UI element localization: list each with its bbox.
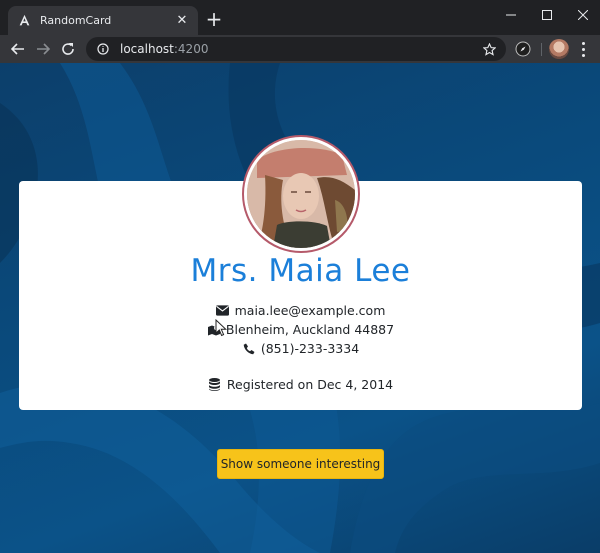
toolbar-divider (541, 43, 542, 56)
info-icon[interactable] (96, 42, 110, 56)
show-someone-interesting-button[interactable]: Show someone interesting (217, 449, 384, 479)
tab-close-icon[interactable]: ✕ (174, 13, 190, 29)
mouse-cursor-icon (215, 319, 227, 337)
address-text: Blenheim, Auckland 44887 (225, 322, 395, 337)
close-window-icon[interactable] (566, 0, 600, 30)
person-name: Mrs. Maia Lee (190, 253, 411, 289)
avatar-frame (242, 135, 360, 253)
address-bar[interactable]: localhost:4200 (86, 37, 506, 61)
email-text: maia.lee@example.com (234, 303, 386, 318)
back-arrow-icon[interactable] (8, 39, 28, 59)
reload-icon[interactable] (58, 39, 78, 59)
envelope-icon (216, 304, 230, 318)
url-text[interactable]: localhost:4200 (120, 42, 482, 56)
maximize-icon[interactable] (530, 0, 564, 30)
browser-tab[interactable]: RandomCard ✕ (8, 6, 198, 35)
browser-toolbar: localhost:4200 (0, 35, 600, 63)
tab-title: RandomCard (40, 14, 112, 27)
bookmark-star-icon[interactable] (482, 42, 496, 56)
phone-icon (242, 342, 256, 356)
registered-text: Registered on Dec 4, 2014 (226, 377, 394, 392)
new-tab-button[interactable]: + (203, 9, 225, 31)
avatar-portrait (247, 140, 355, 248)
tab-strip: RandomCard ✕ + (0, 0, 600, 35)
page-viewport: Mrs. Maia Lee maia.lee@example.com Blenh… (0, 63, 600, 553)
database-icon (208, 378, 222, 392)
email-line: maia.lee@example.com (19, 303, 582, 318)
url-host: localhost (120, 42, 174, 56)
minimize-icon[interactable] (494, 0, 528, 30)
avatar (247, 140, 355, 248)
angular-favicon-icon (16, 13, 32, 29)
forward-arrow-icon[interactable] (33, 39, 53, 59)
profile-avatar[interactable] (549, 39, 569, 59)
url-port: :4200 (173, 42, 209, 56)
address-line: Blenheim, Auckland 44887 (19, 322, 582, 337)
registered-line: Registered on Dec 4, 2014 (19, 377, 582, 392)
phone-text: (851)-233-3334 (260, 341, 360, 356)
phone-line: (851)-233-3334 (19, 341, 582, 356)
menu-dots-icon[interactable] (576, 39, 590, 59)
extension-compass-icon[interactable] (514, 40, 532, 58)
